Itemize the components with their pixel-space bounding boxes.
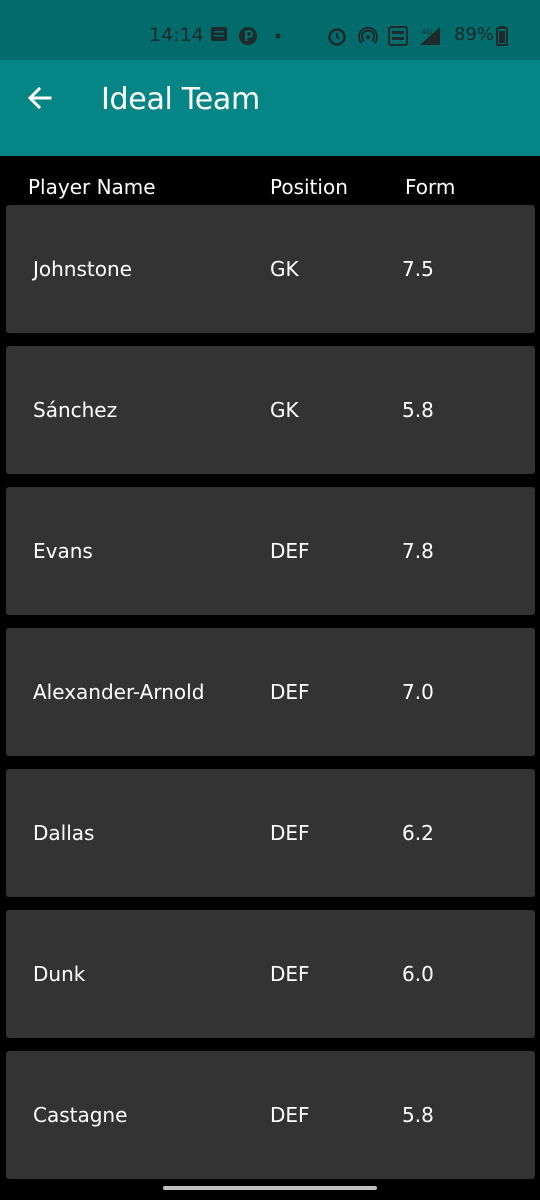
- player-form: 5.8: [402, 398, 434, 422]
- message-icon: [210, 26, 228, 47]
- player-row[interactable]: Castagne DEF 5.8: [6, 1051, 535, 1179]
- battery-icon: [496, 26, 508, 51]
- player-name: Dallas: [33, 821, 95, 845]
- table-header: Player Name Position Form: [0, 156, 540, 204]
- player-row[interactable]: Johnstone GK 7.5: [6, 205, 535, 333]
- player-row[interactable]: Dunk DEF 6.0: [6, 910, 535, 1038]
- player-row[interactable]: Alexander-Arnold DEF 7.0: [6, 628, 535, 756]
- player-form: 7.5: [402, 257, 434, 281]
- dot-icon: [274, 26, 282, 51]
- status-time: 14:14: [149, 24, 204, 46]
- volte-icon: [388, 26, 408, 51]
- player-position: DEF: [270, 962, 310, 986]
- header-player-name: Player Name: [28, 175, 156, 199]
- player-position: DEF: [270, 680, 310, 704]
- signal-icon: 4G: [418, 26, 442, 51]
- page-title: Ideal Team: [101, 82, 260, 117]
- gesture-nav-handle[interactable]: [163, 1186, 377, 1190]
- app-icon: [238, 26, 258, 51]
- player-form: 6.0: [402, 962, 434, 986]
- player-name: Dunk: [33, 962, 86, 986]
- header-form: Form: [405, 175, 456, 199]
- player-position: DEF: [270, 821, 310, 845]
- player-row[interactable]: Dallas DEF 6.2: [6, 769, 535, 897]
- battery-percentage: 89%: [454, 24, 495, 45]
- player-form: 6.2: [402, 821, 434, 845]
- player-name: Alexander-Arnold: [33, 680, 205, 704]
- player-list: Johnstone GK 7.5 Sánchez GK 5.8 Evans DE…: [6, 205, 535, 1192]
- svg-text:4G: 4G: [422, 28, 432, 36]
- status-bar: 14:14 4G 89%: [0, 0, 540, 60]
- player-position: DEF: [270, 539, 310, 563]
- player-form: 7.8: [402, 539, 434, 563]
- player-row[interactable]: Sánchez GK 5.8: [6, 346, 535, 474]
- player-position: DEF: [270, 1103, 310, 1127]
- player-name: Sánchez: [33, 398, 118, 422]
- player-name: Johnstone: [33, 257, 132, 281]
- alarm-icon: [327, 26, 347, 51]
- player-form: 7.0: [402, 680, 434, 704]
- hotspot-icon: [358, 26, 378, 51]
- arrow-left-icon[interactable]: [24, 82, 56, 114]
- player-name: Evans: [33, 539, 93, 563]
- app-bar: Ideal Team: [0, 60, 540, 156]
- player-position: GK: [270, 398, 299, 422]
- player-form: 5.8: [402, 1103, 434, 1127]
- header-position: Position: [270, 175, 348, 199]
- player-position: GK: [270, 257, 299, 281]
- player-row[interactable]: Evans DEF 7.8: [6, 487, 535, 615]
- player-name: Castagne: [33, 1103, 128, 1127]
